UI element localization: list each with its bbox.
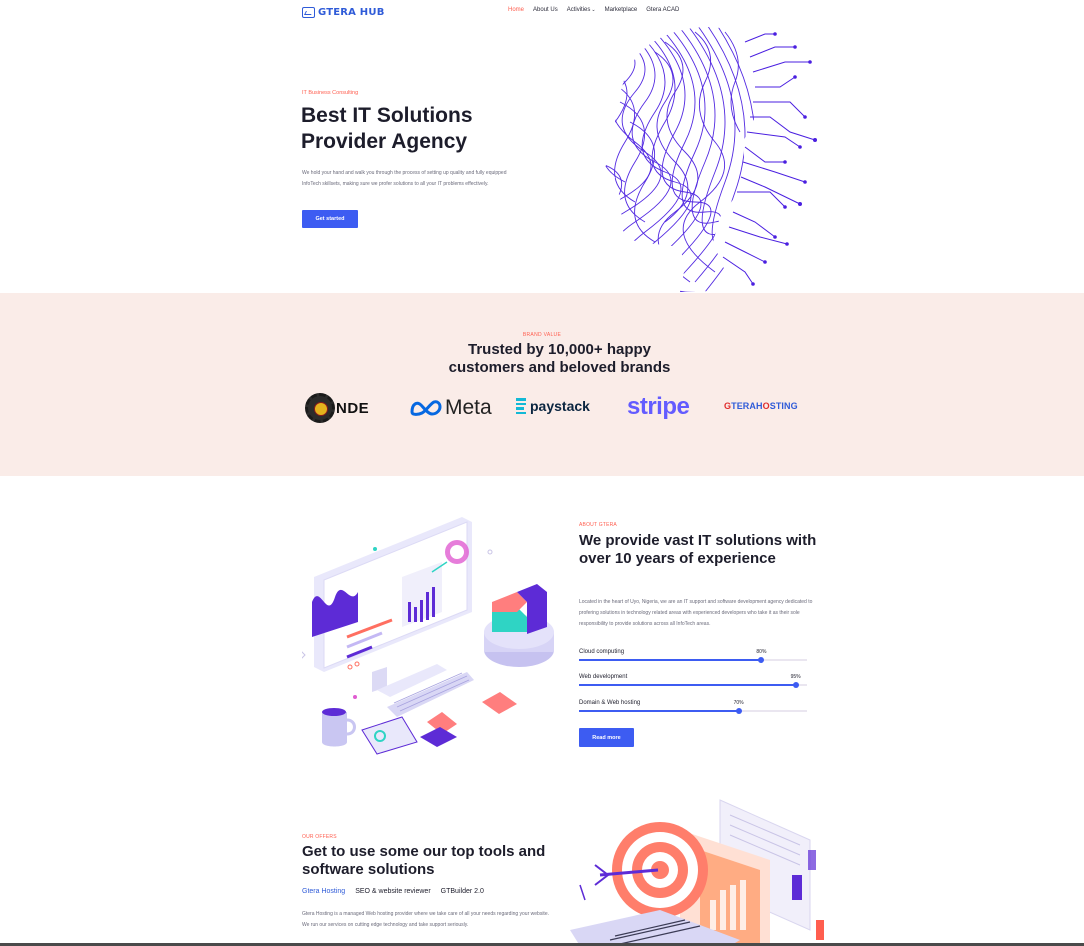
read-more-button[interactable]: Read more <box>579 728 634 747</box>
ai-head-illustration <box>603 26 817 293</box>
brand-value-section: BRAND VALUE Trusted by 10,000+ happy cus… <box>0 293 1084 476</box>
skill-label: Cloud computing <box>579 649 625 655</box>
skill-cloud-computing: Cloud computing 80% <box>579 649 807 663</box>
chevron-down-icon: ⌄ <box>591 7 596 13</box>
skill-track <box>579 657 807 663</box>
nav-item-marketplace[interactable]: Marketplace <box>605 7 638 13</box>
skill-fill <box>579 710 739 712</box>
stripe-logo-text: stripe <box>627 393 690 420</box>
skill-label: Web development <box>579 674 628 680</box>
meta-logo: Meta <box>409 396 492 420</box>
site-logo[interactable]: GTERA HUB <box>302 4 385 20</box>
nav-item-gtera-acad[interactable]: Gtera ACAD <box>646 7 679 13</box>
stripe-logo: stripe <box>627 393 690 421</box>
skill-web-development: Web development 95% <box>579 674 807 688</box>
skill-label: Domain & Web hosting <box>579 700 641 706</box>
skill-knob <box>735 708 742 714</box>
tab-seo-website-reviewer[interactable]: SEO & website reviewer <box>355 886 430 897</box>
skill-knob <box>758 657 765 663</box>
nde-seal-icon <box>305 393 335 423</box>
brand-value-tag: BRAND VALUE <box>522 332 562 338</box>
gtera-hosting-logo-text: GTERAHOSTING <box>724 401 798 411</box>
offers-tabs: Gtera Hosting SEO & website reviewer GTB… <box>302 886 484 897</box>
get-started-button[interactable]: Get started <box>302 210 358 228</box>
nde-logo-text: NDE <box>336 399 370 417</box>
paystack-bars-icon <box>516 398 526 414</box>
skill-knob <box>792 682 799 688</box>
main-menu: Home About Us Activities⌄ Marketplace Gt… <box>508 7 679 13</box>
nav-item-activities-label: Activities <box>566 7 591 13</box>
brand-value-title: Trusted by 10,000+ happy customers and b… <box>0 341 1084 377</box>
brand-title-line-2: customers and beloved brands <box>448 359 671 376</box>
skill-fill <box>579 659 762 661</box>
skill-fill <box>579 684 796 686</box>
skill-domain-web-hosting: Domain & Web hosting 70% <box>579 700 807 714</box>
skill-track <box>579 682 807 688</box>
nav-item-about-us[interactable]: About Us <box>533 7 558 13</box>
nav-item-activities[interactable]: Activities⌄ <box>567 7 596 13</box>
nav-item-home[interactable]: Home <box>508 7 524 13</box>
hero-description: We hold your hand and walk you through t… <box>302 170 507 187</box>
tab-gtera-hosting[interactable]: Gtera Hosting <box>302 886 345 897</box>
hero-tag: IT Business Consulting <box>302 90 359 96</box>
offers-tag: OUR OFFERS <box>302 834 337 840</box>
target-dashboard-illustration <box>570 799 824 946</box>
brand-logos: NDE Meta paystack stripe GTERAHOSTING <box>0 392 1084 428</box>
meta-logo-text: Meta <box>445 396 492 419</box>
logo-text: GTERA HUB <box>318 6 385 18</box>
top-navigation: GTERA HUB Home About Us Activities⌄ Mark… <box>0 0 1084 24</box>
about-description: Located in the heart of Uyo, Nigeria, we… <box>579 599 813 627</box>
paystack-logo: paystack <box>516 398 590 414</box>
meta-infinity-icon <box>410 400 442 416</box>
gtera-hosting-o: O <box>762 401 770 411</box>
skill-track <box>579 708 807 714</box>
gtera-hosting-mid: TERAH <box>731 401 763 411</box>
offers-description: Gtera Hosting is a managed Web hosting p… <box>302 911 549 928</box>
isometric-workspace-illustration <box>302 517 554 755</box>
brand-title-line-1: Trusted by 10,000+ happy <box>468 341 651 358</box>
about-tag: ABOUT GTERA <box>579 522 617 528</box>
gtera-hosting-suffix: STING <box>769 401 798 411</box>
gtera-hosting-logo: GTERAHOSTING <box>724 401 798 411</box>
paystack-logo-text: paystack <box>530 398 590 414</box>
about-title: We provide vast IT solutions with over 1… <box>579 532 817 567</box>
nde-logo: NDE <box>305 393 369 423</box>
skill-percent: 80% <box>756 649 767 655</box>
skill-percent: 95% <box>790 674 801 680</box>
tab-gtbuilder[interactable]: GTBuilder 2.0 <box>441 886 484 897</box>
hero-title: Best IT Solutions Provider Agency <box>301 104 473 153</box>
logo-icon <box>302 6 315 18</box>
offers-title: Get to use some our top tools and softwa… <box>302 843 546 878</box>
skill-percent: 70% <box>733 700 744 706</box>
